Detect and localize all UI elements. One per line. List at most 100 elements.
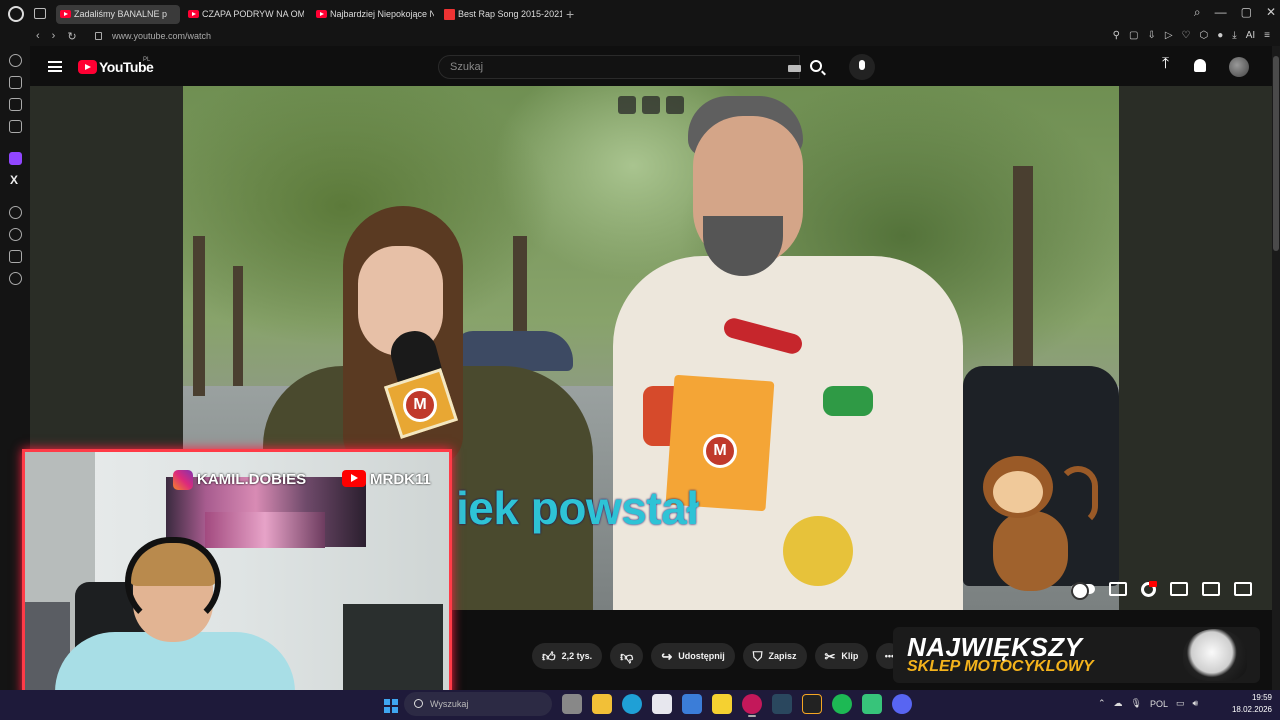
avatar[interactable] [1229, 57, 1249, 77]
pin-icon[interactable]: ⚲ [1113, 30, 1120, 41]
tab-active[interactable]: Zadaliśmy BANALNE p [56, 5, 180, 24]
taskbar-clock[interactable]: 19:59 18.02.2026 [1226, 692, 1272, 716]
steam-icon[interactable] [772, 694, 792, 714]
sticky-notes-icon[interactable] [712, 694, 732, 714]
youtube-logo-icon[interactable] [78, 60, 97, 74]
file-explorer-icon[interactable] [592, 694, 612, 714]
opera-logo-icon[interactable] [8, 6, 24, 22]
discord-icon[interactable] [892, 694, 912, 714]
shirt-print-taco [823, 386, 873, 416]
twitch-icon[interactable] [9, 152, 22, 165]
new-tab-button[interactable]: + [566, 6, 574, 22]
tab[interactable]: CZAPA PODRYW NA OME [184, 5, 304, 24]
mail-icon[interactable] [682, 694, 702, 714]
player-icon[interactable]: ▷ [1165, 30, 1173, 41]
dislike-button[interactable]: 👎︎ [610, 643, 644, 669]
search-button[interactable] [800, 55, 836, 79]
clip-button[interactable]: ✂ Klip [814, 643, 869, 669]
tray-mic-icon[interactable]: 🎙︎ [1131, 698, 1142, 709]
messenger-icon[interactable] [9, 120, 22, 133]
spotify-icon[interactable] [832, 694, 852, 714]
like-button[interactable]: 👍︎ 2,2 tys. [532, 643, 603, 669]
pip-icon[interactable] [618, 96, 636, 114]
player-controls [1071, 581, 1252, 600]
monkey-face [993, 471, 1043, 513]
close-button[interactable]: ✕ [1266, 5, 1276, 20]
address-bar: ‹ › ↻ www.youtube.com/watch ⚲ ▢ ⇩ ▷ ♡ ⬡ … [0, 28, 1280, 46]
player-icon[interactable] [9, 206, 22, 219]
page-scrollbar[interactable] [1272, 46, 1280, 690]
heart-icon[interactable]: ♡ [1182, 30, 1191, 41]
chat-app-icon[interactable] [862, 694, 882, 714]
minimize-button[interactable]: — [1215, 5, 1227, 20]
notifications-bell-icon[interactable] [1194, 59, 1206, 72]
task-view-icon[interactable] [562, 694, 582, 714]
search-tabs-icon[interactable]: ⌕ [1194, 5, 1201, 20]
tab[interactable]: Best Rap Song 2015-2021 [440, 5, 562, 24]
popout-icon[interactable] [642, 96, 660, 114]
save-button[interactable]: ⛉ Zapisz [742, 643, 807, 669]
snapshot-icon[interactable]: ▢ [1129, 30, 1138, 41]
settings-gear-icon[interactable] [1141, 581, 1157, 597]
extensions-icon[interactable] [9, 250, 22, 263]
volume-icon[interactable]: 🔊︎ [1193, 698, 1199, 709]
taskbar-search[interactable]: Wyszukaj [404, 692, 552, 716]
lock-icon[interactable] [95, 32, 102, 40]
tray-chevron-icon[interactable]: ⌃ [1098, 698, 1106, 709]
search-input[interactable] [439, 56, 739, 78]
scissors-icon: ✂ [824, 648, 836, 664]
tab-title: Zadaliśmy BANALNE p [74, 9, 168, 19]
menu-icon[interactable]: ≡ [1264, 30, 1270, 41]
tab[interactable]: Najbardziej Niepokojące N [312, 5, 434, 24]
wallet-icon[interactable] [9, 98, 22, 111]
tree-trunk [1013, 166, 1033, 386]
instagram-icon [173, 470, 193, 490]
youtube-icon [342, 470, 366, 487]
windows-start-icon[interactable] [384, 699, 398, 713]
instagram-handle: KAMIL.DOBIES [197, 471, 307, 488]
forward-icon[interactable]: › [52, 30, 56, 43]
keyboard-language[interactable]: POL [1150, 699, 1168, 709]
headphones [125, 537, 221, 627]
display-icon[interactable]: ▭ [1176, 698, 1185, 709]
settings-icon[interactable] [9, 272, 22, 285]
history-icon[interactable] [9, 54, 22, 67]
tab-menu-icon[interactable] [34, 8, 46, 19]
extensions-icon[interactable]: ⬡ [1200, 30, 1209, 41]
obs-icon[interactable] [802, 694, 822, 714]
voice-search-button[interactable] [849, 54, 875, 80]
downloads-icon[interactable]: ⤓ [1232, 30, 1236, 41]
tree-trunk [193, 236, 205, 396]
ai-icon[interactable]: AI [1246, 30, 1255, 41]
video-actions: 👍︎ 2,2 tys. 👎︎ ↪ Udostępnij ⛉ Zapisz ✂ K… [532, 643, 903, 669]
opera-icon[interactable] [742, 694, 762, 717]
store-icon[interactable] [652, 694, 672, 714]
reload-icon[interactable]: ↻ [67, 30, 76, 43]
profile-icon[interactable]: ● [1217, 30, 1223, 41]
monkey-sticker [973, 456, 1098, 601]
clipboard-logo-badge: M [703, 434, 737, 468]
clock-icon[interactable] [9, 228, 22, 241]
x-icon[interactable]: X [10, 173, 18, 187]
monkey-tail [1058, 466, 1098, 526]
subtitles-icon[interactable] [1109, 582, 1127, 596]
scrollbar-thumb[interactable] [1273, 56, 1279, 251]
maximize-button[interactable]: ▢ [1241, 5, 1252, 20]
ad-banner[interactable]: NAJWIĘKSZY SKLEP MOTOCYKLOWY [893, 627, 1260, 683]
download-page-icon[interactable]: ⇩ [1147, 30, 1155, 41]
autoplay-toggle[interactable] [1071, 582, 1095, 600]
skip-icon[interactable] [666, 96, 684, 114]
fullscreen-icon[interactable] [1234, 582, 1252, 596]
create-icon[interactable] [1162, 55, 1176, 73]
share-button[interactable]: ↪ Udostępnij [651, 643, 735, 669]
url-field[interactable]: www.youtube.com/watch [112, 31, 211, 41]
wall-painting-lower [205, 512, 325, 548]
miniplayer-icon[interactable] [1170, 582, 1188, 596]
tray-network-icon[interactable]: ☁ [1114, 698, 1123, 709]
cast-icon[interactable] [1202, 582, 1220, 596]
edge-icon[interactable] [622, 694, 642, 714]
back-icon[interactable]: ‹ [36, 30, 40, 43]
aria-icon[interactable] [9, 76, 22, 89]
hamburger-menu-icon[interactable] [48, 61, 62, 72]
youtube-favicon-icon [316, 10, 327, 18]
